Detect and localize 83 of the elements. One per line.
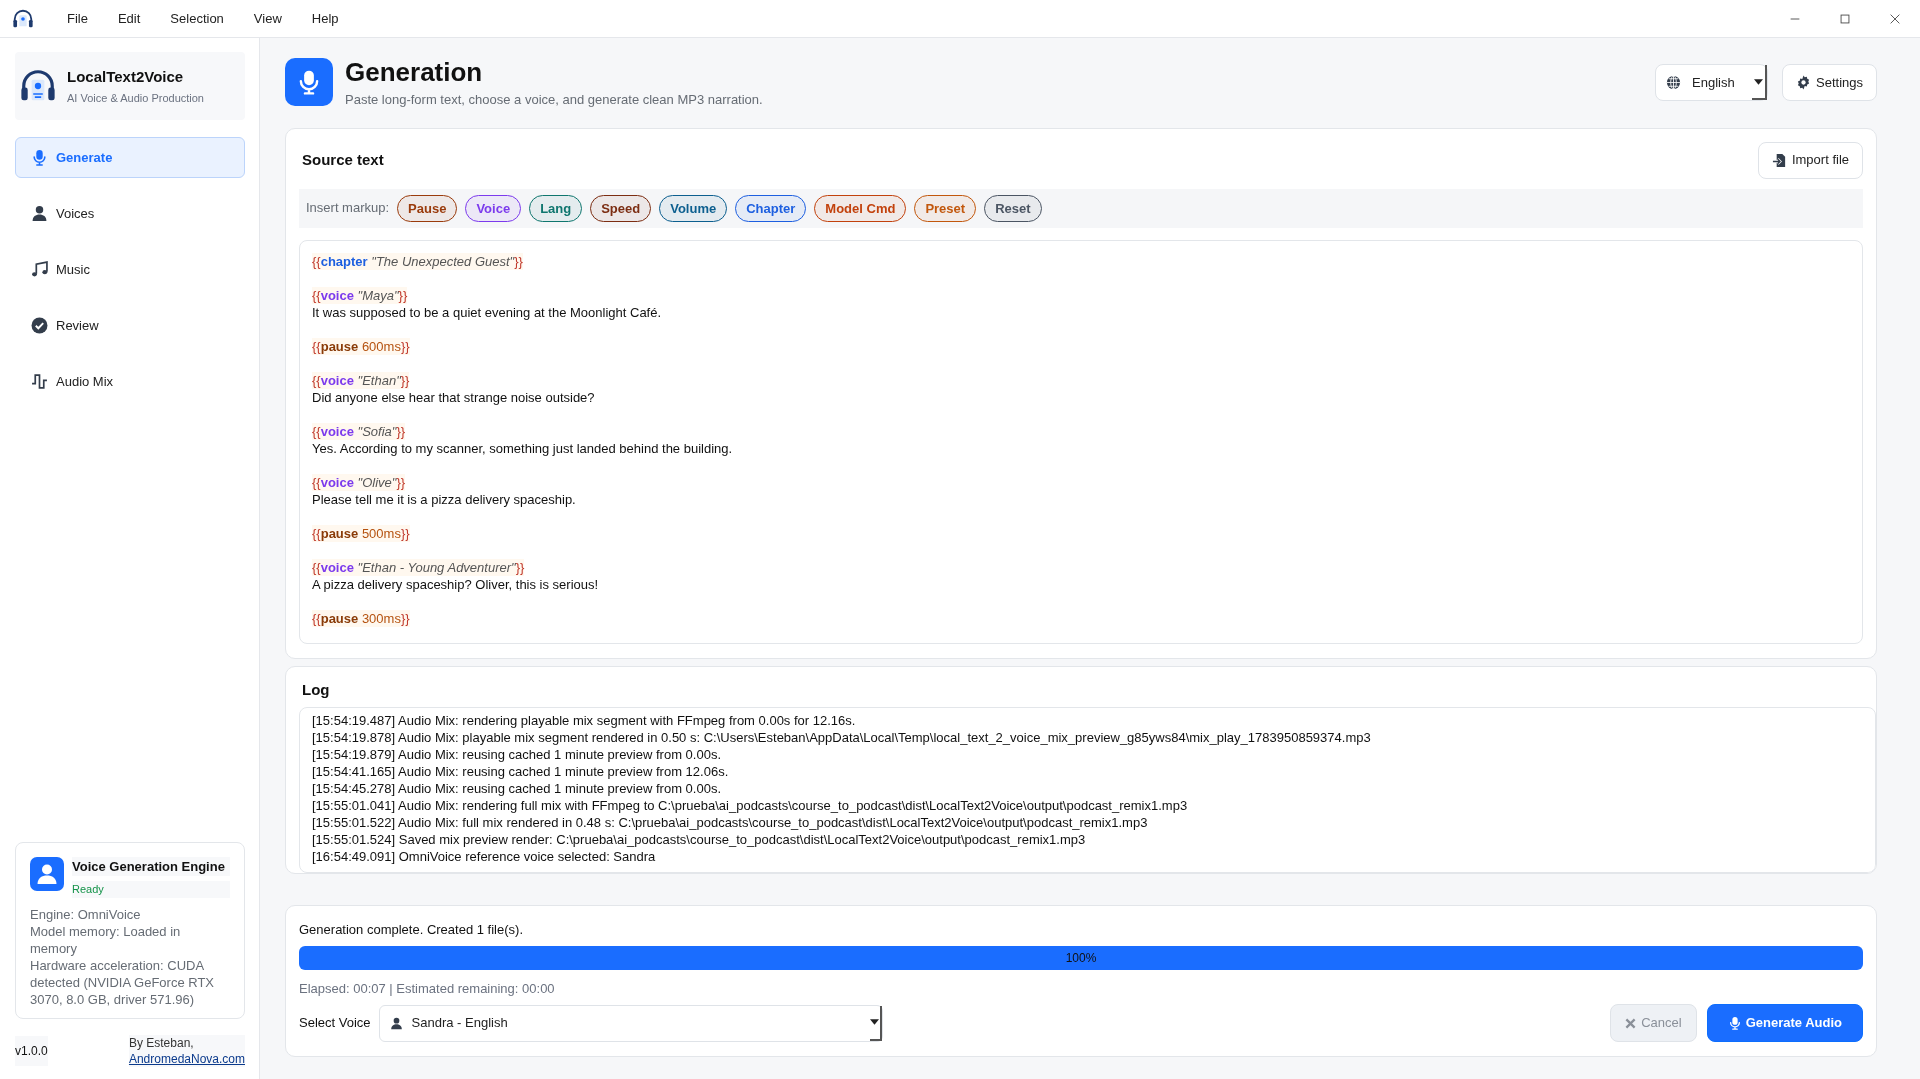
- narration-line: Did anyone else hear that strange noise outside?: [312, 388, 596, 406]
- headphones-logo-icon: [12, 7, 34, 30]
- author-credit: By Esteban,: [128, 1035, 195, 1051]
- log-line: [15:54:19.487] Audio Mix: rendering playable mix segment with FFmpeg from 0.00s for 12.16s.: [312, 711, 857, 729]
- engine-title: Voice Generation Engine: [72, 857, 230, 876]
- sidebar-item[interactable]: Voices: [15, 193, 245, 234]
- markup-button[interactable]: Lang: [529, 194, 583, 222]
- markup-tag: {{pause 600ms}}: [312, 337, 1850, 355]
- engine-status: Ready: [72, 881, 230, 898]
- markup-tag: {{pause 300ms}}: [312, 609, 1850, 627]
- narration-line: Yes. According to my scanner, something just landed behind the building.: [312, 439, 734, 457]
- log-line: [15:55:01.524] Saved mix preview render: C:\prueba\ai_podcasts\course_to_podcast\dist\LocalText2Voice\output\podcast_remix1.mp3: [312, 830, 1087, 848]
- check-circle-icon: [31, 317, 48, 334]
- caret-down-icon: [1754, 78, 1763, 85]
- page-title: Generation: [345, 56, 484, 88]
- maximize-icon[interactable]: [1838, 11, 1852, 26]
- markup-label: Insert markup:: [306, 199, 390, 218]
- app-name: LocalText2Voice: [67, 66, 185, 87]
- narration-line: Please tell me it is a pizza delivery spaceship.: [312, 490, 577, 508]
- person-badge-icon: [30, 857, 64, 891]
- menu-item[interactable]: Edit: [102, 8, 156, 29]
- markup-tag: {{voice "Ethan"}}: [312, 371, 1850, 389]
- log-line: [15:54:45.278] Audio Mix: reusing cached 1 minute preview from 0.00s.: [312, 779, 722, 797]
- markup-button[interactable]: Speed: [590, 194, 652, 222]
- status-text: Generation complete. Created 1 file(s).: [299, 921, 524, 939]
- sidebar-item[interactable]: Generate: [15, 137, 245, 178]
- markup-tag: {{chapter "The Unexpected Guest"}}: [312, 252, 1850, 270]
- markup-button[interactable]: Reset: [984, 194, 1042, 222]
- engine-detail: Model memory: Loaded in memory: [30, 923, 182, 957]
- microphone-icon: [31, 149, 48, 166]
- markup-button[interactable]: Volume: [659, 194, 728, 222]
- log-line: [15:54:19.878] Audio Mix: playable mix segment rendered in 0.50 s: C:\Users\Esteban\AppData\Local\Temp\local_text_2_voice_mix_preview_g85yws84\mix_play_1783950859374.mp3: [312, 728, 1372, 746]
- markup-button[interactable]: Pause: [397, 194, 458, 222]
- person-icon: [389, 1016, 403, 1030]
- file-import-icon: [1771, 152, 1787, 168]
- sidebar-item[interactable]: Review: [15, 305, 245, 346]
- timing-text: Elapsed: 00:07 | Estimated remaining: 00:00: [299, 979, 556, 998]
- section-title: Log: [302, 680, 331, 700]
- menu-item[interactable]: File: [52, 8, 103, 29]
- website-link[interactable]: AndromedaNova.com: [128, 1052, 245, 1066]
- menu-item[interactable]: Selection: [155, 8, 239, 29]
- markup-button[interactable]: Model Cmd: [814, 194, 907, 222]
- markup-tag: {{voice "Sofia"}}: [312, 422, 1850, 440]
- version-label: v1.0.0: [15, 1036, 48, 1066]
- section-title: Source text: [302, 149, 384, 170]
- narration-line: A pizza delivery spaceship? Oliver, this is serious!: [312, 575, 600, 593]
- close-icon: [1625, 1017, 1637, 1029]
- engine-detail: Engine: OmniVoice: [30, 906, 142, 923]
- log-line: [15:55:01.041] Audio Mix: rendering full mix with FFmpeg to C:\prueba\ai_podcasts\course_to_podcast\dist\LocalText2Voice\output\podcast_remix1.mp3: [312, 796, 1189, 814]
- import-file-button[interactable]: Import file: [1757, 141, 1863, 179]
- markup-button[interactable]: Chapter: [735, 194, 807, 222]
- markup-button[interactable]: Voice: [465, 194, 522, 222]
- step-wave-icon: [31, 373, 48, 390]
- app-tagline: AI Voice & Audio Production: [67, 91, 204, 106]
- person-icon: [31, 205, 48, 222]
- sidebar-item[interactable]: Music: [15, 249, 245, 290]
- log-line: [15:55:01.522] Audio Mix: full mix rendered in 0.48 s: C:\prueba\ai_podcasts\course_to_podcast\dist\LocalText2Voice\output\podcast_remix1.mp3: [312, 813, 1149, 831]
- music-note-icon: [31, 261, 48, 278]
- microphone-tile-icon: [285, 58, 333, 106]
- markup-tag: {{voice "Maya"}}: [312, 286, 1850, 304]
- markup-button[interactable]: Preset: [914, 194, 977, 222]
- engine-detail: Hardware acceleration: CUDA detected (NVIDIA GeForce RTX 3070, 8.0 GB, driver 571.96): [30, 957, 215, 1008]
- settings-button[interactable]: Settings: [1782, 64, 1877, 101]
- menu-item[interactable]: Help: [296, 8, 354, 29]
- microphone-icon: [1727, 1016, 1742, 1030]
- language-dropdown[interactable]: English: [1655, 64, 1768, 101]
- log-line: [16:54:49.091] OmniVoice reference voice selected: Sandra: [312, 847, 657, 865]
- gear-icon: [1796, 75, 1811, 90]
- generate-audio-button[interactable]: Generate Audio: [1706, 1004, 1863, 1042]
- progress-label: 100%: [1065, 949, 1097, 967]
- page-subtitle: Paste long-form text, choose a voice, and generate clean MP3 narration.: [345, 91, 764, 109]
- globe-icon: [1666, 75, 1681, 90]
- field-label: Select Voice: [299, 1014, 371, 1033]
- narration-line: It was supposed to be a quiet evening at the Moonlight Café.: [312, 303, 663, 321]
- markup-tag: {{pause 500ms}}: [312, 524, 1850, 542]
- sidebar-item[interactable]: Audio Mix: [15, 361, 245, 402]
- log-line: [15:54:41.165] Audio Mix: reusing cached 1 minute preview from 12.06s.: [312, 762, 730, 780]
- log-line: [15:54:19.879] Audio Mix: reusing cached 1 minute preview from 0.00s.: [312, 745, 722, 763]
- menu-item[interactable]: View: [238, 8, 297, 29]
- caret-down-icon: [870, 1019, 880, 1025]
- voice-dropdown[interactable]: Sandra - English: [378, 1004, 883, 1042]
- markup-tag: {{voice "Olive"}}: [312, 473, 1850, 491]
- markup-tag: {{voice "Ethan - Young Adventurer"}}: [312, 558, 1850, 576]
